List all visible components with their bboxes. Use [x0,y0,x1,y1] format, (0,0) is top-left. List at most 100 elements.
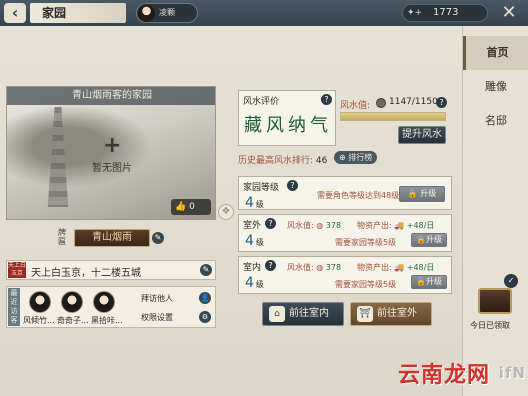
improve-fengshui-button[interactable]: 提升风水 [398,126,446,144]
side-tabs: 首页 雕像 名邸 [462,26,528,396]
fengshui-card: 风水评价 ? 藏风纳气 [238,90,336,146]
connector-ornament-icon: ❖ [218,204,234,220]
outdoor-fs-label: 风水值: [287,221,314,230]
fengshui-coin-icon [376,98,386,108]
edit-plaque-icon[interactable]: ✎ [152,232,164,244]
motto-row: 天上白玉京 天上白玉京，十二楼五城 ✎ [6,260,216,280]
indoor-card: 室内 ? 4级 风水值: ◍ 378 物资产出: 🚚 +48/日 需要家园等级5… [238,256,452,294]
outdoor-requirement: 需要家园等级5级 [335,238,397,247]
tab-statue[interactable]: 雕像 [463,70,528,104]
no-photo-text: 暂无图片 [92,163,132,174]
help-icon[interactable]: ? [436,97,447,108]
home-level-requirement: 需要角色等级达到48级 [317,191,400,200]
help-icon[interactable]: ? [265,218,276,229]
visitor-name: 黑拾咔... [91,316,123,325]
plaque-label: 牌匾 [58,228,66,246]
fengshui-value-label: 风水值: [340,101,371,111]
like-button[interactable]: 👍 0 [171,199,211,215]
indoor-output-value: +48/日 [406,263,435,272]
indoor-output-label: 物资产出: [357,263,392,272]
help-icon[interactable]: ? [287,180,298,191]
history-rank-label: 历史最高风水排行: [238,156,314,166]
currency-icon: ✦+ [407,8,423,18]
help-icon[interactable]: ? [321,94,332,105]
history-rank-value: 46 [315,156,328,166]
help-icon[interactable]: ? [265,260,276,271]
outdoor-output-value: +48/日 [406,221,435,230]
edit-motto-icon[interactable]: ✎ [200,264,212,276]
visitor-name: 风倾竹... [23,316,55,325]
outdoor-output-label: 物资产出: [357,221,392,230]
home-level-value: 4级 [245,195,264,211]
person-icon[interactable]: 👤 [199,292,211,304]
add-photo-icon[interactable]: + [103,135,121,157]
outdoor-fs-value: 378 [325,221,342,230]
visitors-tag: 最近访客 [8,288,20,326]
currency-display[interactable]: ✦+ 1773 [402,4,488,22]
go-outdoor-button[interactable]: ⛩ 前往室外 [350,302,432,326]
home-level-number: 4 [245,195,254,211]
checkmark-icon: ✓ [504,274,518,288]
home-upgrade-button[interactable]: 🔒 升级 [399,186,445,202]
tab-mansion[interactable]: 名邸 [463,104,528,138]
indoor-fs-value: 378 [325,263,342,272]
fengshui-progress-fill [341,113,445,120]
indoor-name: 室内 [243,263,262,273]
home-level-name: 家园等级 [243,183,280,193]
visitor-name: 奇奇子... [57,316,89,325]
player-chip[interactable]: 凌颗 [136,3,198,23]
outdoor-name: 室外 [243,221,262,231]
fengshui-progress [340,112,446,121]
fengshui-value: 1147/1150 [389,97,438,107]
visit-others-link[interactable]: 拜访他人 [141,293,173,304]
courtyard-icon: ⛩ [357,306,373,322]
like-count: 0 [189,202,195,212]
player-name: 凌颗 [159,8,175,17]
watermark: 云南龙网 ifN [398,357,528,391]
visitor-avatar[interactable] [61,291,83,313]
outdoor-output: 物资产出: 🚚 +48/日 [357,221,435,230]
indoor-upgrade-label: 升级 [425,277,442,286]
tab-home[interactable]: 首页 [463,36,528,70]
plaque-name: 青山烟雨 [74,229,150,247]
photo-title: 青山烟雨客的家园 [7,87,215,105]
fengshui-grade: 藏风纳气 [244,115,332,136]
page-title: 家园 [30,3,126,23]
back-arrow-icon[interactable]: ‹ [4,3,26,23]
level-unit: 级 [255,280,264,289]
motto-text: 天上白玉京，十二楼五城 [31,268,141,279]
visitor-avatar[interactable] [29,291,51,313]
level-unit: 级 [255,238,264,247]
home-upgrade-label: 升级 [420,189,437,198]
pagoda-image [47,107,69,207]
outdoor-level-number: 4 [245,233,254,249]
history-rank: 历史最高风水排行: 46 [238,153,327,166]
fengshui-title: 风水评价 [243,97,280,107]
go-indoor-label: 前往室内 [289,308,329,319]
leaderboard-button[interactable]: ⊕ 排行榜 [334,151,378,164]
outdoor-upgrade-label: 升级 [425,235,442,244]
go-indoor-button[interactable]: ⌂ 前往室内 [262,302,344,326]
gear-icon[interactable]: ⚙ [199,311,211,323]
indoor-fengshui: 风水值: ◍ 378 [287,263,342,272]
player-avatar [138,5,155,22]
indoor-level-value: 4级 [245,275,264,291]
outdoor-upgrade-button[interactable]: 🔒升级 [411,233,447,247]
outdoor-level-value: 4级 [245,233,264,249]
watermark-text: 云南龙网 [398,363,491,388]
motto-seal: 天上白玉京 [8,262,27,278]
indoor-output: 物资产出: 🚚 +48/日 [357,263,435,272]
top-bar: ‹ 家园 凌颗 ✦+ 1773 ✕ [0,0,528,26]
indoor-level-number: 4 [245,275,254,291]
indoor-upgrade-button[interactable]: 🔒升级 [411,275,447,289]
daily-reward-label: 今日已领取 [470,321,510,330]
close-icon[interactable]: ✕ [498,3,520,23]
home-level-card: 家园等级 ? 4级 需要角色等级达到48级 🔒 升级 [238,176,452,211]
currency-value: 1773 [433,7,459,18]
daily-reward-chest-icon[interactable] [478,288,512,314]
outdoor-card: 室外 ? 4级 风水值: ◍ 378 物资产出: 🚚 +48/日 需要家园等级5… [238,214,452,252]
outdoor-fengshui: 风水值: ◍ 378 [287,221,342,230]
permission-settings-link[interactable]: 权限设置 [141,312,173,323]
visitor-avatar[interactable] [93,291,115,313]
home-photo: 青山烟雨客的家园 + 暂无图片 👍 0 [6,86,216,220]
